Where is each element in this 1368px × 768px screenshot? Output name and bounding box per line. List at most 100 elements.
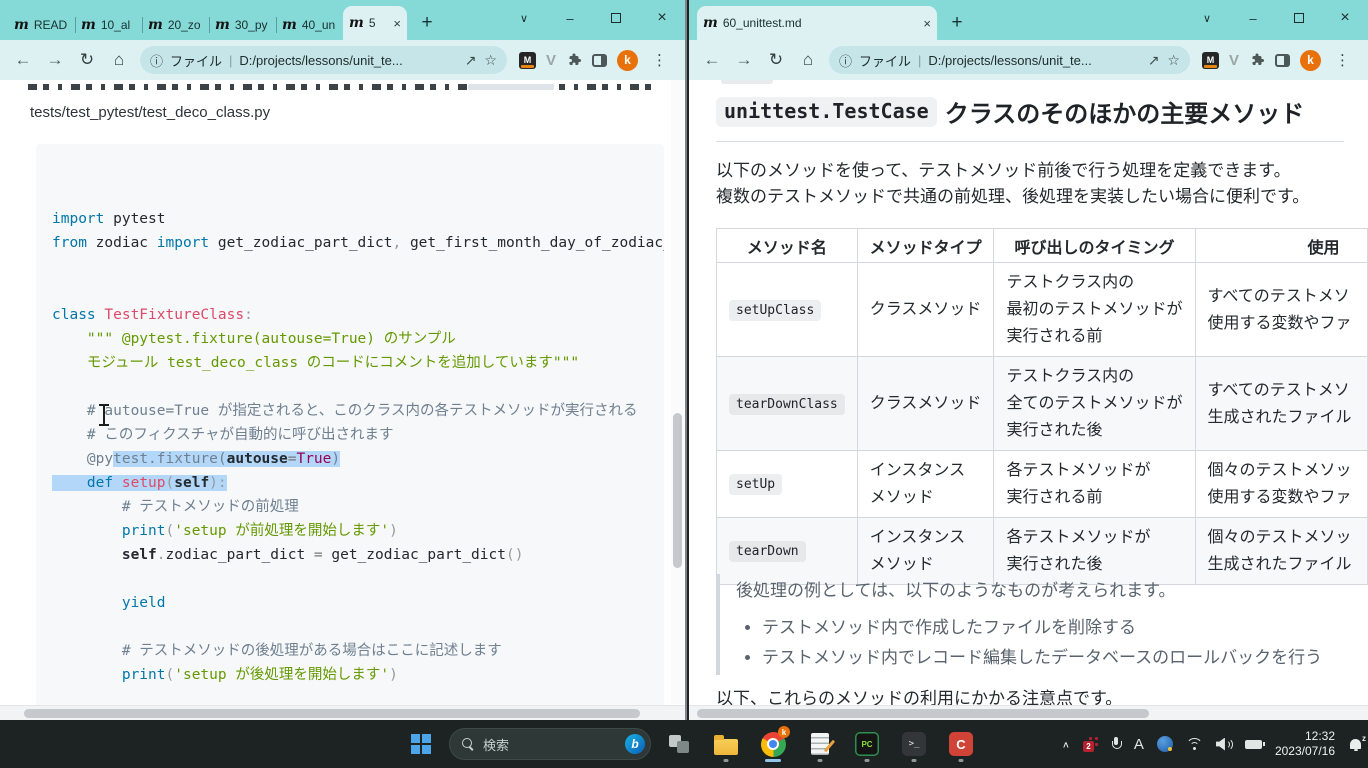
hidden-icons-chevron[interactable]: ∧ [1062,739,1070,749]
intro-line: 以下のメソッドを使って、テストメソッド前後で行う処理を定義できます。 [716,158,1309,184]
active-tab[interactable]: m 5 × [343,6,407,40]
start-button[interactable] [402,724,440,764]
notepad-icon [811,733,829,755]
horizontal-scrollbar[interactable] [0,705,685,720]
badged-app-icon[interactable]: 2 [1083,737,1098,752]
table-header: メソッド名 [717,229,858,263]
volume-icon[interactable] [1216,738,1232,751]
forward-button[interactable]: → [40,45,70,75]
table-row: setUpClassクラスメソッドテストクラス内の最初のテストメソッドが実行され… [717,263,1368,357]
markdown-viewer-extension-icon[interactable]: M [519,52,536,69]
refresh-button[interactable]: ↻ [761,45,791,75]
browser-tab[interactable]: mREAD [8,10,75,40]
new-tab-button[interactable]: + [413,9,441,37]
table-header: 呼び出しのタイミング [994,229,1195,263]
horizontal-scrollbar[interactable] [689,705,1368,720]
browser-menu-icon[interactable]: ⋮ [648,51,671,69]
taskbar-search-box[interactable]: 検索 b [449,728,651,760]
profile-avatar[interactable]: k [617,50,638,71]
refresh-button[interactable]: ↻ [72,45,102,75]
table-cell: テストクラス内の全てのテストメソッドが実行された後 [994,357,1195,451]
pycharm-button[interactable]: PC [848,724,886,764]
browser-menu-icon[interactable]: ⋮ [1331,51,1354,69]
browser-toolbar-right: ← → ↻ ⌂ ⓘ ファイル | D:/projects/lessons/uni… [689,40,1368,80]
terminal-button[interactable]: >_ [895,724,933,764]
share-icon[interactable]: ↗ [1148,52,1160,69]
code-line: # このフィクスチャが自動的に呼び出されます [52,423,664,447]
vue-devtools-extension-icon[interactable]: V [1229,52,1239,69]
taskbar-clock[interactable]: 12:32 2023/07/16 [1275,729,1335,759]
table-cell: 各テストメソッドが実行される前 [994,451,1195,518]
horizontal-scrollbar-thumb[interactable] [697,709,1149,718]
chrome-button[interactable]: k [754,724,792,764]
tab-close-icon[interactable]: × [923,16,931,31]
browser-tab[interactable]: m10_al [75,10,142,40]
maximize-button[interactable] [1276,0,1322,36]
tab-close-icon[interactable]: × [393,16,401,31]
address-bar[interactable]: ⓘ ファイル | D:/projects/lessons/unit_te... … [829,46,1190,74]
notification-bell-icon[interactable]: z [1350,737,1362,751]
side-panel-icon[interactable] [592,54,607,67]
side-panel-icon[interactable] [1275,54,1290,67]
markdown-viewer-extension-icon[interactable]: M [1202,52,1219,69]
microphone-icon[interactable] [1111,737,1121,752]
page-content-left: tests/test_pytest/test_deco_class.py imp… [0,80,685,720]
file-explorer-button[interactable] [707,724,745,764]
browser-tab[interactable]: m30_py [209,10,276,40]
address-bar[interactable]: ⓘ ファイル | D:/projects/lessons/unit_te... … [140,46,507,74]
minimize-button[interactable]: – [1230,0,1276,36]
weather-app-icon[interactable] [1157,736,1173,752]
vue-devtools-extension-icon[interactable]: V [546,52,556,69]
table-row: setUpインスタンスメソッド各テストメソッドが実行される前個々のテストメソッ使… [717,451,1368,518]
back-button[interactable]: ← [8,45,38,75]
bookmark-star-icon[interactable]: ☆ [1167,52,1180,69]
section-heading: unittest.TestCase クラスのそのほかの主要メソッド [716,94,1344,142]
markdown-file-icon: m [81,17,96,33]
profile-avatar[interactable]: k [1300,50,1321,71]
vertical-scrollbar[interactable] [671,80,684,704]
wifi-icon[interactable] [1186,738,1203,750]
minimize-button[interactable]: – [547,0,593,36]
page-info-icon[interactable]: ⓘ [150,51,163,70]
task-view-icon [669,735,689,753]
pycharm-icon: PC [855,732,879,756]
share-icon[interactable]: ↗ [465,52,477,69]
browser-tab[interactable]: m40_un [276,10,343,40]
task-view-button[interactable] [660,724,698,764]
horizontal-scrollbar-thumb[interactable] [24,709,640,718]
notepad-button[interactable] [801,724,839,764]
code-line: モジュール test_deco_class のコードにコメントを追加しています"… [52,351,664,375]
code-line: # テストメソッドの後処理がある場合はここに記述します [52,639,664,663]
code-line [52,615,664,639]
back-button[interactable]: ← [697,45,727,75]
home-button[interactable]: ⌂ [793,45,823,75]
intro-line: 複数のテストメソッドで共通の前処理、後処理を実装したい場合に便利です。 [716,184,1309,210]
active-tab[interactable]: m 60_unittest.md × [697,6,937,40]
ime-mode-indicator[interactable]: A [1134,736,1144,753]
tab-search-chevron-icon[interactable]: ∨ [1184,0,1230,36]
close-button[interactable]: × [1322,0,1368,36]
url-scheme-label: ファイル [170,51,222,70]
method-name-chip: tearDownClass [729,394,845,415]
extensions-puzzle-icon[interactable] [1249,52,1265,68]
url-divider: | [918,53,921,68]
tab-search-chevron-icon[interactable]: ∨ [501,0,547,36]
table-cell: インスタンスメソッド [857,451,994,518]
browser-tab[interactable]: m20_zo [142,10,209,40]
markdown-file-icon: m [703,15,718,31]
method-name-chip: setUp [729,474,782,495]
camtasia-button[interactable]: C [942,724,980,764]
page-info-icon[interactable]: ⓘ [839,51,852,70]
tab-label: 20_zo [168,18,203,32]
new-tab-button[interactable]: + [943,9,971,37]
extensions-puzzle-icon[interactable] [566,52,582,68]
code-line: from zodiac import get_zodiac_part_dict,… [52,231,664,255]
browser-window-left: mREADm10_alm20_zom30_pym40_un m 5 × + ∨ … [0,0,687,720]
vertical-scrollbar-thumb[interactable] [673,413,682,568]
close-button[interactable]: × [639,0,685,36]
home-button[interactable]: ⌂ [104,45,134,75]
maximize-button[interactable] [593,0,639,36]
bookmark-star-icon[interactable]: ☆ [484,52,497,69]
forward-button[interactable]: → [729,45,759,75]
battery-icon[interactable] [1245,740,1262,749]
